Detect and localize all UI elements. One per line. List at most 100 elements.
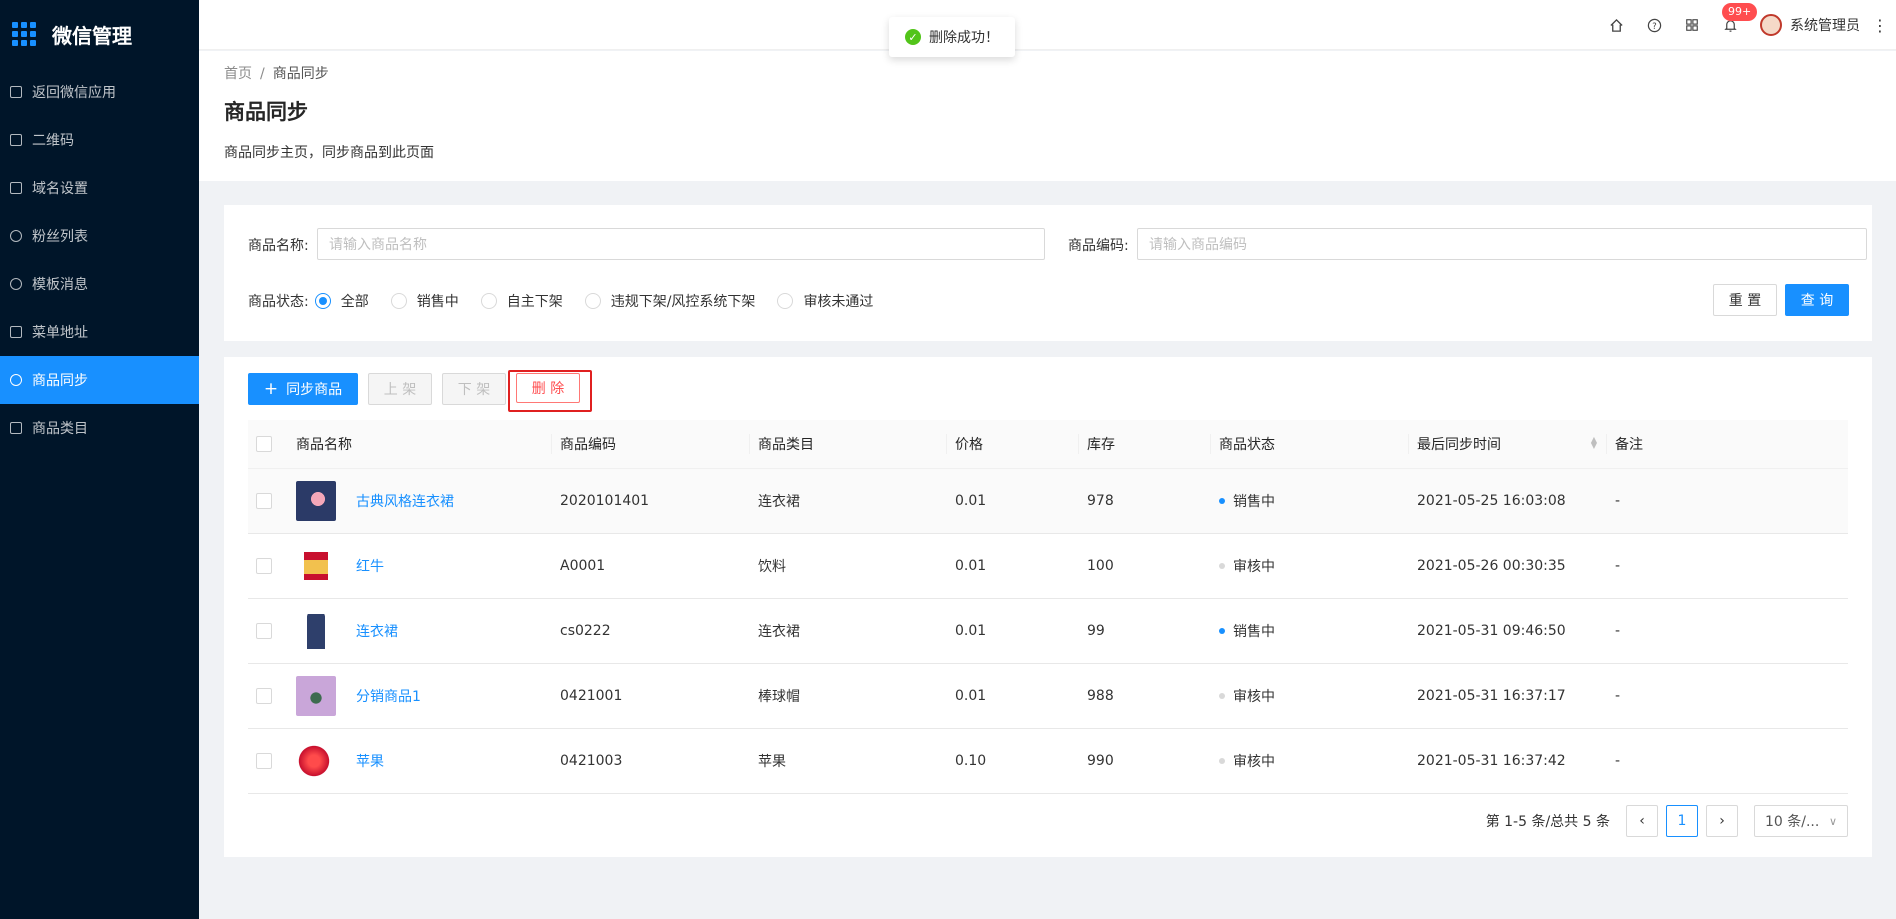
username[interactable]: 系统管理员 — [1790, 15, 1860, 35]
sync-products-button[interactable]: + 同步商品 — [248, 373, 358, 405]
product-name-input[interactable]: 请输入商品名称 — [317, 228, 1045, 260]
back-icon — [10, 86, 22, 98]
code-cell: 0421003 — [552, 728, 750, 794]
stock-cell: 988 — [1079, 663, 1211, 729]
cloud-icon — [10, 374, 22, 386]
stock-cell: 100 — [1079, 533, 1211, 599]
sidebar: 微信管理 返回微信应用 二维码 域名设置 粉丝列表 模板消息 菜单地址 商品同步… — [0, 0, 199, 919]
radio-label: 违规下架/风控系统下架 — [610, 294, 756, 310]
sidebar-item-domain[interactable]: 域名设置 — [0, 164, 199, 212]
name-cell: 分销商品1 — [288, 663, 552, 729]
bell-icon[interactable]: 99+ — [1722, 3, 1758, 33]
stock-cell: 990 — [1079, 728, 1211, 794]
price-cell: 0.01 — [947, 663, 1079, 729]
sidebar-item-qrcode[interactable]: 二维码 — [0, 116, 199, 164]
domain-icon — [10, 182, 22, 194]
help-icon[interactable]: ? — [1646, 17, 1662, 33]
pagination-summary: 第 1-5 条/总共 5 条 — [1485, 814, 1610, 830]
select-all-checkbox[interactable] — [256, 435, 272, 452]
apps-icon[interactable] — [1684, 17, 1700, 33]
product-code-input[interactable]: 请输入商品编码 — [1137, 228, 1867, 260]
product-name-link[interactable]: 连衣裙 — [356, 621, 398, 641]
breadcrumb-home[interactable]: 首页 — [224, 66, 252, 82]
remark-cell: - — [1607, 468, 1848, 534]
sort-icon[interactable]: ▲ ▼ — [1591, 436, 1597, 450]
name-cell: 红牛 — [288, 533, 552, 599]
on-shelf-button[interactable]: 上 架 — [368, 373, 432, 405]
radio-label: 自主下架 — [506, 294, 563, 310]
status-cell: 审核中 — [1211, 663, 1409, 729]
delete-button[interactable]: 删 除 — [516, 373, 580, 403]
status-text: 审核中 — [1233, 688, 1275, 705]
status-option-selling[interactable]: 销售中 — [390, 291, 459, 311]
sync-time-cell: 2021-05-31 16:37:42 — [1409, 728, 1607, 794]
plus-icon: + — [263, 379, 279, 399]
price-cell: 0.01 — [947, 598, 1079, 664]
product-thumbnail — [296, 675, 336, 716]
row-select-cell — [248, 598, 288, 664]
sidebar-item-template[interactable]: 模板消息 — [0, 260, 199, 308]
status-option-violation-removed[interactable]: 违规下架/风控系统下架 — [584, 291, 756, 311]
sidebar-item-back[interactable]: 返回微信应用 — [0, 68, 199, 116]
more-vertical-icon[interactable]: ⋮ — [1872, 16, 1888, 35]
col-remark: 备注 — [1607, 420, 1848, 469]
breadcrumb-separator: / — [260, 66, 265, 82]
col-category: 商品类目 — [750, 420, 947, 469]
table-row: 分销商品1 0421001 棒球帽 0.01 988 审核中 2021-05-3… — [248, 663, 1848, 729]
status-cell: 销售中 — [1211, 598, 1409, 664]
row-checkbox[interactable] — [256, 687, 272, 704]
row-checkbox[interactable] — [256, 752, 272, 769]
next-page-button[interactable]: › — [1706, 805, 1738, 837]
col-sync-time[interactable]: 最后同步时间 ▲ ▼ — [1409, 420, 1607, 469]
sidebar-item-product-sync[interactable]: 商品同步 — [0, 356, 199, 404]
avatar[interactable] — [1760, 14, 1782, 36]
page-size-select[interactable]: 10 条/... ∨ — [1754, 805, 1848, 837]
product-name-link[interactable]: 苹果 — [356, 751, 384, 771]
product-name-label: 商品名称: — [248, 238, 309, 254]
menu-address-icon — [10, 326, 22, 338]
status-dot — [1219, 497, 1225, 504]
sidebar-item-product-category[interactable]: 商品类目 — [0, 404, 199, 452]
sidebar-item-label: 模板消息 — [32, 277, 88, 293]
radio-circle — [584, 293, 601, 309]
product-name-link[interactable]: 古典风格连衣裙 — [356, 491, 454, 511]
category-cell: 连衣裙 — [750, 598, 947, 664]
off-shelf-button[interactable]: 下 架 — [442, 373, 506, 405]
message-icon — [10, 278, 22, 290]
query-button[interactable]: 查 询 — [1785, 284, 1849, 316]
list-icon — [10, 422, 22, 434]
sidebar-item-menu-address[interactable]: 菜单地址 — [0, 308, 199, 356]
product-thumbnail — [307, 610, 325, 651]
row-checkbox[interactable] — [256, 492, 272, 509]
status-option-review-failed[interactable]: 审核未通过 — [777, 291, 873, 311]
sidebar-item-label: 域名设置 — [32, 181, 88, 197]
price-cell: 0.01 — [947, 533, 1079, 599]
home-icon[interactable] — [1608, 17, 1624, 33]
sync-products-label: 同步商品 — [286, 382, 343, 398]
status-option-all[interactable]: 全部 — [314, 291, 369, 311]
page-header: 首页 / 商品同步 商品同步 商品同步主页，同步商品到此页面 — [199, 51, 1896, 181]
sidebar-item-label: 商品同步 — [32, 373, 88, 389]
qrcode-icon — [10, 134, 22, 146]
page-number-button[interactable]: 1 — [1666, 805, 1698, 837]
row-checkbox[interactable] — [256, 557, 272, 574]
category-cell: 饮料 — [750, 533, 947, 599]
table-row: 古典风格连衣裙 2020101401 连衣裙 0.01 978 销售中 2021… — [248, 468, 1848, 534]
sync-time-cell: 2021-05-31 16:37:17 — [1409, 663, 1607, 729]
status-option-self-removed[interactable]: 自主下架 — [480, 291, 563, 311]
price-cell: 0.01 — [947, 468, 1079, 534]
reset-button[interactable]: 重 置 — [1713, 284, 1777, 316]
sync-time-cell: 2021-05-31 09:46:50 — [1409, 598, 1607, 664]
row-checkbox[interactable] — [256, 622, 272, 639]
product-name-link[interactable]: 红牛 — [356, 556, 384, 576]
code-cell: cs0222 — [552, 598, 750, 664]
status-dot — [1219, 692, 1225, 699]
prev-page-button[interactable]: ‹ — [1626, 805, 1658, 837]
table-row: 红牛 A0001 饮料 0.01 100 审核中 2021-05-26 00:3… — [248, 533, 1848, 599]
sidebar-item-fans[interactable]: 粉丝列表 — [0, 212, 199, 260]
notification-badge: 99+ — [1722, 3, 1758, 21]
status-dot — [1219, 627, 1225, 634]
col-price: 价格 — [947, 420, 1079, 469]
product-name-link[interactable]: 分销商品1 — [356, 686, 421, 706]
page-size-value: 10 条/... — [1765, 814, 1820, 830]
